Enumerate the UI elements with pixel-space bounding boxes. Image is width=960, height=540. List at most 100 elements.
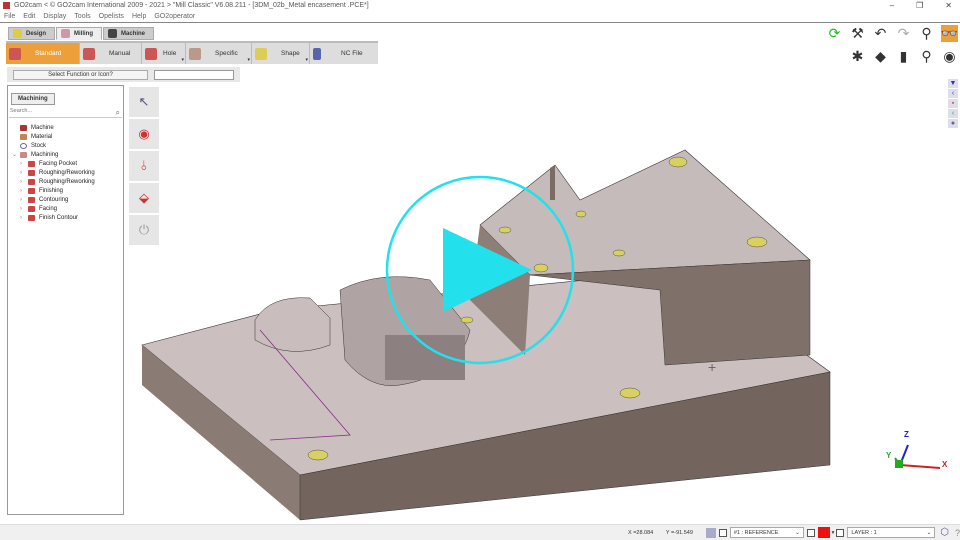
reference-checkbox[interactable] <box>718 528 727 537</box>
tree-item-material[interactable]: Material <box>12 132 95 141</box>
view-cube-icon[interactable]: ⬡ <box>940 527 949 538</box>
chevron-left-icon[interactable]: ‹ <box>948 89 958 98</box>
chevron-right-icon[interactable]: › <box>20 197 28 203</box>
chevron-right-icon[interactable]: › <box>20 215 28 221</box>
tab-design[interactable]: Design <box>8 27 56 40</box>
caliper-icon[interactable]: ⚒ <box>849 25 866 42</box>
tree-item-finishing[interactable]: › Finishing <box>12 186 95 195</box>
title-bar: GO2cam < © GO2cam International 2009 - 2… <box>0 0 960 11</box>
tree-item-contouring[interactable]: › Contouring <box>12 195 95 204</box>
menu-help[interactable]: Help <box>132 13 146 20</box>
operation-icon <box>28 169 35 176</box>
tree-item-facing-pocket[interactable]: › Facing Pocket <box>12 159 95 168</box>
chevron-down-icon: ⌄ <box>795 529 800 536</box>
axis-triad <box>894 444 941 469</box>
tree-label: Machine <box>31 124 54 131</box>
ribbon-shape[interactable]: Shape ▾ <box>252 43 310 64</box>
ribbon-manual[interactable]: Manual <box>80 43 142 64</box>
menu-edit[interactable]: Edit <box>23 13 35 20</box>
grid-icon[interactable] <box>705 527 716 538</box>
tree-item-roughing-2[interactable]: › Roughing/Reworking <box>12 177 95 186</box>
nc-file-icon <box>313 47 321 60</box>
ribbon-specific[interactable]: Specific ▾ <box>186 43 252 64</box>
part-icon[interactable]: ▪ <box>948 99 958 108</box>
tree-item-finish-contour[interactable]: › Finish Contour <box>12 213 95 222</box>
tree-label: Facing Pocket <box>39 160 78 167</box>
chevron-right-icon[interactable]: › <box>20 188 28 194</box>
tree-label: Machining <box>31 151 59 158</box>
tab-milling[interactable]: Milling <box>56 27 103 40</box>
reference-select[interactable]: #1 : REFERENCE ⌄ <box>729 527 804 538</box>
tree-item-machine[interactable]: Machine <box>12 123 95 132</box>
color-swatch[interactable] <box>817 527 830 538</box>
dropdown-arrow-icon: ▾ <box>181 57 184 63</box>
material-icon <box>20 133 27 140</box>
specific-icon <box>189 47 201 60</box>
operation-icon <box>28 196 35 203</box>
stock-icon[interactable]: ● <box>948 119 958 128</box>
ribbon-standard[interactable]: Standard <box>6 43 80 64</box>
menu-opelists[interactable]: Opelists <box>99 13 124 20</box>
axis-y-label: Y <box>886 451 892 460</box>
glasses-icon[interactable]: 👓 <box>941 25 958 42</box>
operation-icon <box>28 160 35 167</box>
hole-icon <box>145 47 157 60</box>
chevron-right-icon[interactable]: › <box>20 170 28 176</box>
redo-icon[interactable]: ↷ <box>895 25 912 42</box>
tab-label: Machine <box>121 30 146 37</box>
machine-icon <box>108 29 118 38</box>
chevron-right-icon[interactable]: › <box>20 206 28 212</box>
chevron-right-icon[interactable]: › <box>20 161 28 167</box>
3d-viewport[interactable]: + <box>125 64 945 522</box>
right-strip: ▼ ‹ ▪ ‹ ● <box>948 79 958 128</box>
axis-z-label: Z <box>904 430 909 439</box>
color-dropdown-icon[interactable]: ▾ <box>832 530 835 536</box>
chevron-down-icon[interactable]: ⌄ <box>12 151 20 158</box>
maximize-button[interactable]: ❐ <box>916 1 923 10</box>
search-input[interactable]: Search... ⌕ <box>9 108 122 118</box>
status-bar: X =28.084 Y =-91.549 #1 : REFERENCE ⌄ ▾ L… <box>0 524 960 540</box>
ribbon-label: Manual <box>109 50 131 57</box>
tree-item-stock[interactable]: Stock <box>12 141 95 150</box>
tree-item-facing[interactable]: › Facing <box>12 204 95 213</box>
layer-checkbox[interactable] <box>836 528 845 537</box>
refresh-icon[interactable]: ⟳ <box>826 25 843 42</box>
eraser-icon[interactable]: ◆ <box>872 48 889 65</box>
dropdown-arrow-icon: ▾ <box>305 57 308 63</box>
chevron-left-icon[interactable]: ‹ <box>948 109 958 118</box>
menu-go2operator[interactable]: GO2operator <box>154 13 195 20</box>
ribbon-label: NC File <box>341 50 363 57</box>
milling-icon <box>61 29 71 38</box>
minimize-button[interactable]: – <box>890 1 894 10</box>
tree-item-roughing-1[interactable]: › Roughing/Reworking <box>12 168 95 177</box>
close-button[interactable]: ✕ <box>945 1 952 10</box>
zoom-fit-icon[interactable]: ⚲ <box>918 48 935 65</box>
search-icon[interactable]: ⌕ <box>116 108 120 118</box>
undo-icon[interactable]: ↶ <box>872 25 889 42</box>
explode-icon[interactable]: ✱ <box>849 48 866 65</box>
tree-label: Stock <box>31 142 47 149</box>
help-icon[interactable]: ? <box>955 528 960 538</box>
shape-icon <box>255 47 267 60</box>
operation-icon <box>28 214 35 221</box>
magic-hat-icon[interactable]: ▮ <box>895 48 912 65</box>
layer-value: LAYER : 1 <box>851 529 877 536</box>
tab-machining[interactable]: Machining <box>11 93 55 105</box>
ribbon-label: Specific <box>215 50 238 57</box>
ribbon-hole[interactable]: Hole ▾ <box>142 43 186 64</box>
tab-machine[interactable]: Machine <box>103 27 155 40</box>
operation-icon <box>28 187 35 194</box>
layer-select[interactable]: LAYER : 1 ⌄ <box>847 527 936 538</box>
color-checkbox[interactable] <box>806 528 815 537</box>
tree-item-machining[interactable]: ⌄ Machining <box>12 150 95 159</box>
menu-display[interactable]: Display <box>43 13 66 20</box>
eye-rotate-icon[interactable]: ◉ <box>941 48 958 65</box>
view-toolbar-row2: ✱ ◆ ▮ ⚲ ◉ <box>849 48 958 65</box>
chevron-right-icon[interactable]: › <box>20 179 28 185</box>
machining-panel: Machining Search... ⌕ Machine Material St… <box>7 85 124 515</box>
zoom-icon[interactable]: ⚲ <box>918 25 935 42</box>
ribbon-nc-file[interactable]: NC File <box>310 43 376 64</box>
menu-file[interactable]: File <box>4 13 15 20</box>
filter-icon[interactable]: ▼ <box>948 79 958 88</box>
menu-tools[interactable]: Tools <box>74 13 90 20</box>
